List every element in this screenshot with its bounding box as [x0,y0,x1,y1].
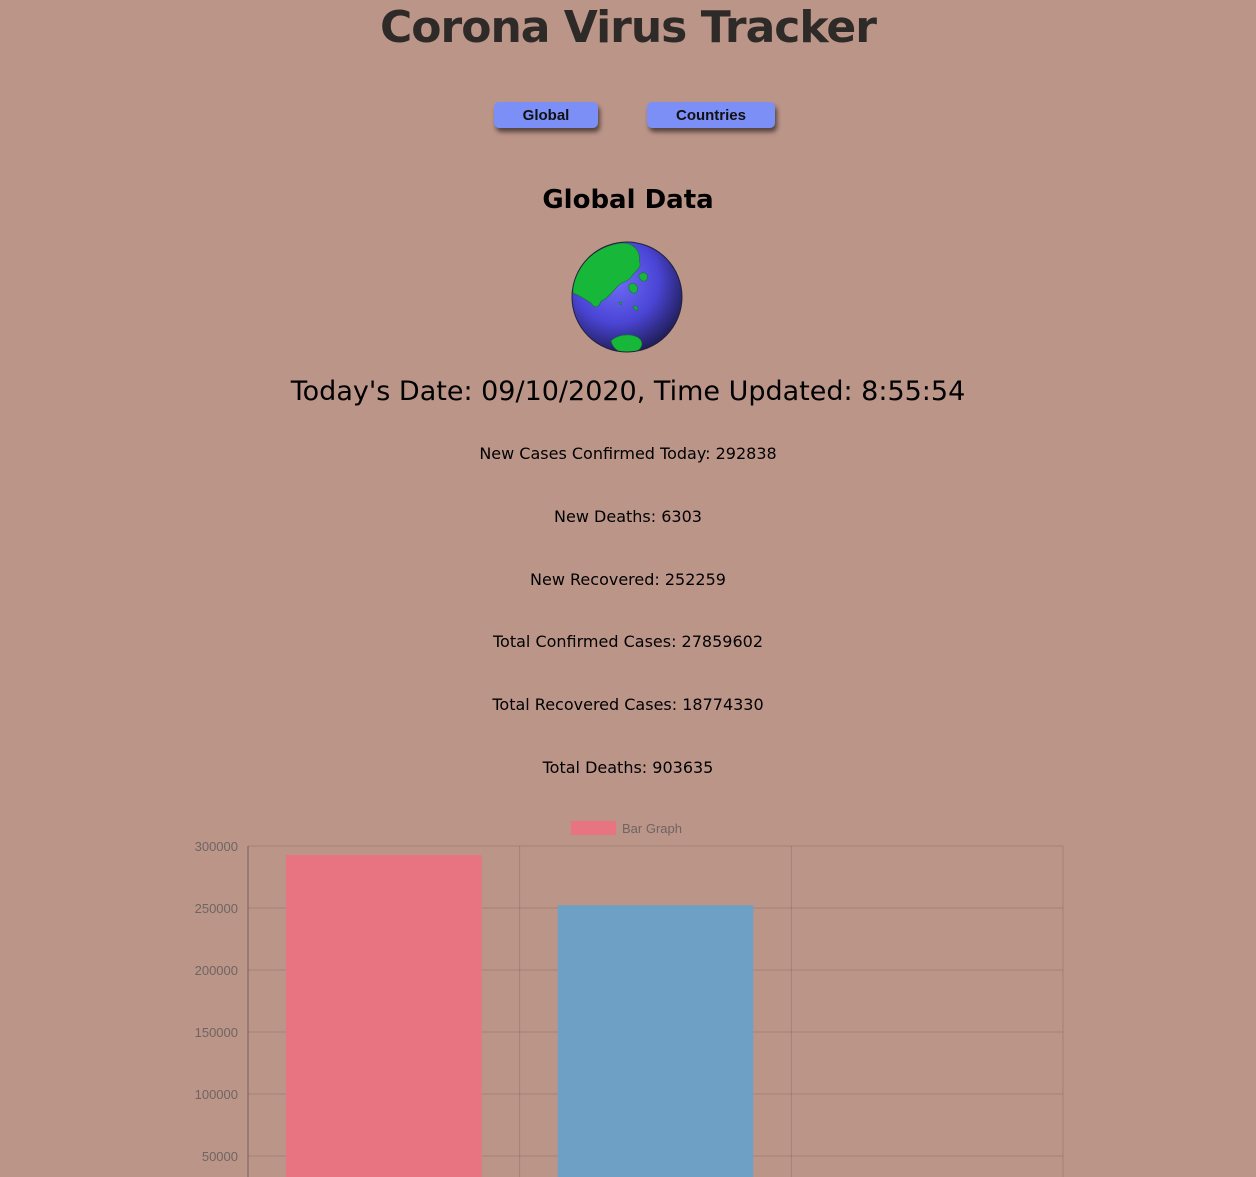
new-recovered-stat: New Recovered: 252259 [530,570,726,589]
bar [286,854,482,1177]
chart-legend: Bar Graph [571,821,682,836]
total-recovered-stat: Total Recovered Cases: 18774330 [492,695,764,714]
date-time-line: Today's Date: 09/10/2020, Time Updated: … [290,376,966,407]
total-confirmed-stat: Total Confirmed Cases: 27859602 [492,632,763,651]
app-title: Corona Virus Tracker [380,2,877,53]
nav-bar: Global Countries [0,102,1256,132]
bar-chart-svg: Bar Graph 300000 250000 200000 150000 100000 5… [195,821,1064,1177]
globe-icon [571,241,683,353]
global-button[interactable]: Global [494,102,598,128]
y-tick-label: 150000 [195,1025,238,1040]
y-tick-label: 300000 [195,839,238,854]
y-tick-label: 200000 [195,963,238,978]
legend-label[interactable]: Bar Graph [622,821,682,836]
legend-swatch[interactable] [571,821,616,835]
y-tick-label: 50000 [202,1149,238,1164]
total-deaths-stat: Total Deaths: 903635 [542,758,714,777]
bar [557,905,754,1177]
y-tick-label: 250000 [195,901,238,916]
page: Corona Virus Tracker Global Countries Gl… [0,0,1256,1177]
bar-chart: Bar Graph 300000 250000 200000 150000 100000 5… [180,810,1080,1177]
section-title: Global Data [542,185,714,215]
y-tick-label: 100000 [195,1087,238,1102]
new-cases-stat: New Cases Confirmed Today: 292838 [479,444,777,463]
countries-button[interactable]: Countries [647,102,775,128]
new-deaths-stat: New Deaths: 6303 [554,507,702,526]
